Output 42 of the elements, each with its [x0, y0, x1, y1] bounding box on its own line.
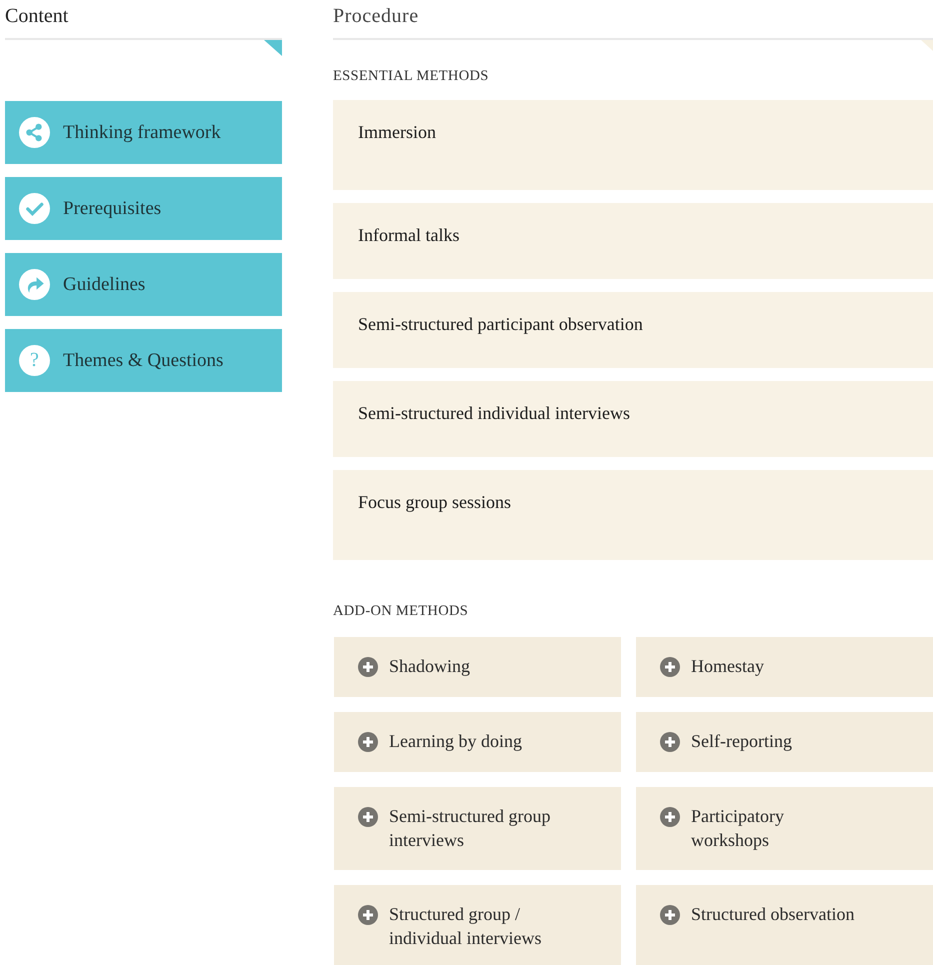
method-card[interactable]: Semi-structured group interviews [334, 787, 621, 870]
nav-button[interactable]: ? Themes & Questions [5, 329, 282, 392]
nav-button[interactable]: Thinking framework [5, 101, 282, 164]
plus-icon[interactable] [358, 807, 378, 827]
method-card[interactable]: Semi-structured individual interviews [333, 381, 933, 457]
column-title: Content [5, 5, 68, 28]
section-heading: ADD-ON METHODS [333, 603, 470, 620]
plus-icon[interactable] [358, 732, 378, 752]
nav-button[interactable]: Prerequisites [5, 177, 282, 240]
method-card[interactable]: Informal talks [333, 203, 933, 279]
method-card[interactable]: Semi-structured participant observation [333, 292, 933, 368]
method-card[interactable]: Shadowing [334, 637, 621, 697]
column-title: Procedure [333, 5, 419, 28]
plus-icon[interactable] [660, 807, 680, 827]
method-card[interactable]: Structured group / individual interviews [334, 885, 621, 965]
method-card[interactable]: Focus group sessions [333, 470, 933, 560]
method-label: Semi-structured group interviews [389, 805, 552, 852]
plus-icon[interactable] [358, 905, 378, 925]
section-heading: ESSENTIAL METHODS [333, 68, 490, 85]
plus-icon[interactable] [660, 732, 680, 752]
method-card[interactable]: Immersion [333, 100, 933, 190]
method-label: Learning by doing [389, 730, 522, 753]
plus-icon[interactable] [660, 657, 680, 677]
method-card[interactable]: Self-reporting [636, 712, 933, 772]
plus-icon[interactable] [660, 905, 680, 925]
corner-fold [921, 40, 933, 51]
method-card[interactable]: Participatory workshops [636, 787, 933, 870]
plus-icon[interactable] [358, 657, 378, 677]
method-label: Homestay [691, 655, 764, 678]
method-label: Structured group / individual interviews [389, 903, 542, 950]
nav-button[interactable]: Guidelines [5, 253, 282, 316]
method-label: Shadowing [389, 655, 470, 678]
method-card[interactable]: Structured observation [636, 885, 933, 965]
check-icon [19, 193, 50, 224]
method-card[interactable]: Learning by doing [334, 712, 621, 772]
method-card[interactable]: Homestay [636, 637, 933, 697]
share-icon [19, 117, 50, 148]
method-label: Self-reporting [691, 730, 792, 753]
help-icon: ? [19, 345, 50, 376]
method-label: Participatory workshops [691, 805, 785, 852]
method-label: Structured observation [691, 903, 854, 926]
corner-fold [264, 40, 282, 56]
